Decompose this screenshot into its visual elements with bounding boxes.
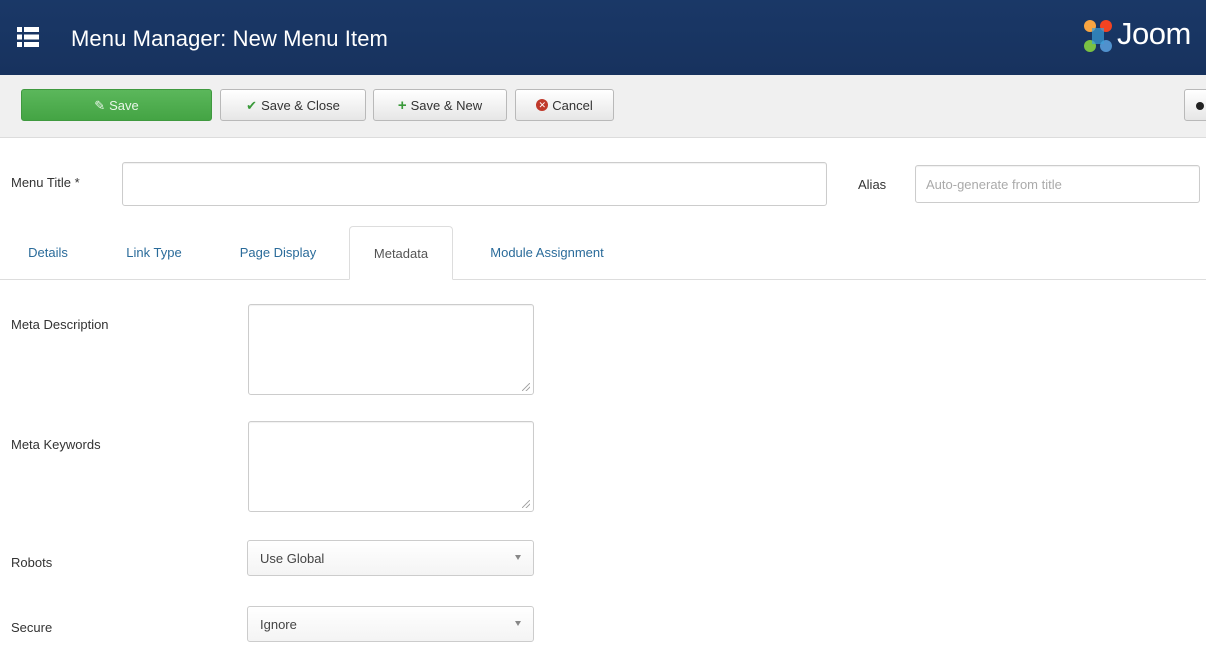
secure-select-value: Ignore — [260, 616, 297, 632]
cancel-icon: ✕ — [536, 99, 549, 111]
save-close-button[interactable]: ✔ Save & Close — [220, 89, 366, 121]
joomla-logo-icon — [1084, 20, 1112, 52]
list-menu-icon — [17, 27, 39, 47]
meta-description-label: Meta Description — [11, 317, 109, 332]
page-title: Menu Manager: New Menu Item — [71, 26, 388, 51]
resize-grip-icon[interactable] — [522, 383, 530, 391]
edit-icon: ✎ — [94, 97, 106, 113]
save-close-label: Save & Close — [261, 97, 340, 113]
tab-details[interactable]: Details — [8, 226, 88, 279]
save-button-label: Save — [109, 97, 139, 113]
tab-page-display[interactable]: Page Display — [216, 226, 340, 279]
meta-keywords-textarea[interactable] — [248, 421, 534, 512]
tab-link-type[interactable]: Link Type — [104, 226, 204, 279]
help-button[interactable] — [1184, 89, 1206, 121]
menu-title-label: Menu Title * — [11, 175, 80, 190]
joomla-logo-text: Joom — [1117, 16, 1191, 51]
alias-label: Alias — [858, 177, 887, 192]
meta-keywords-label: Meta Keywords — [11, 437, 101, 452]
page-header: Menu Manager: New Menu Item Joom — [0, 0, 1206, 75]
robots-select[interactable]: Use Global — [247, 540, 534, 576]
check-icon: ✔ — [246, 97, 258, 113]
alias-input[interactable]: Auto-generate from title — [915, 165, 1200, 203]
tab-module-assignment[interactable]: Module Assignment — [460, 226, 634, 279]
save-new-label: Save & New — [410, 97, 483, 113]
toolbar: ✎ Save ✔ Save & Close + Save & New ✕ Can… — [0, 75, 1206, 138]
chevron-down-icon — [515, 621, 521, 626]
save-new-button[interactable]: + Save & New — [373, 89, 507, 121]
plus-icon: + — [397, 96, 407, 114]
meta-description-textarea[interactable] — [248, 304, 534, 395]
chevron-down-icon — [515, 555, 521, 560]
menu-title-input[interactable] — [122, 162, 827, 206]
save-button[interactable]: ✎ Save — [21, 89, 212, 121]
tab-bar: Details Link Type Page Display Metadata … — [0, 226, 1206, 280]
secure-label: Secure — [11, 620, 53, 635]
secure-select[interactable]: Ignore — [247, 606, 534, 642]
help-icon — [1196, 102, 1204, 110]
resize-grip-icon[interactable] — [522, 500, 530, 508]
tab-metadata[interactable]: Metadata — [349, 226, 453, 280]
robots-select-value: Use Global — [260, 550, 325, 566]
cancel-label: Cancel — [552, 97, 593, 113]
cancel-button[interactable]: ✕ Cancel — [515, 89, 614, 121]
robots-label: Robots — [11, 555, 53, 570]
